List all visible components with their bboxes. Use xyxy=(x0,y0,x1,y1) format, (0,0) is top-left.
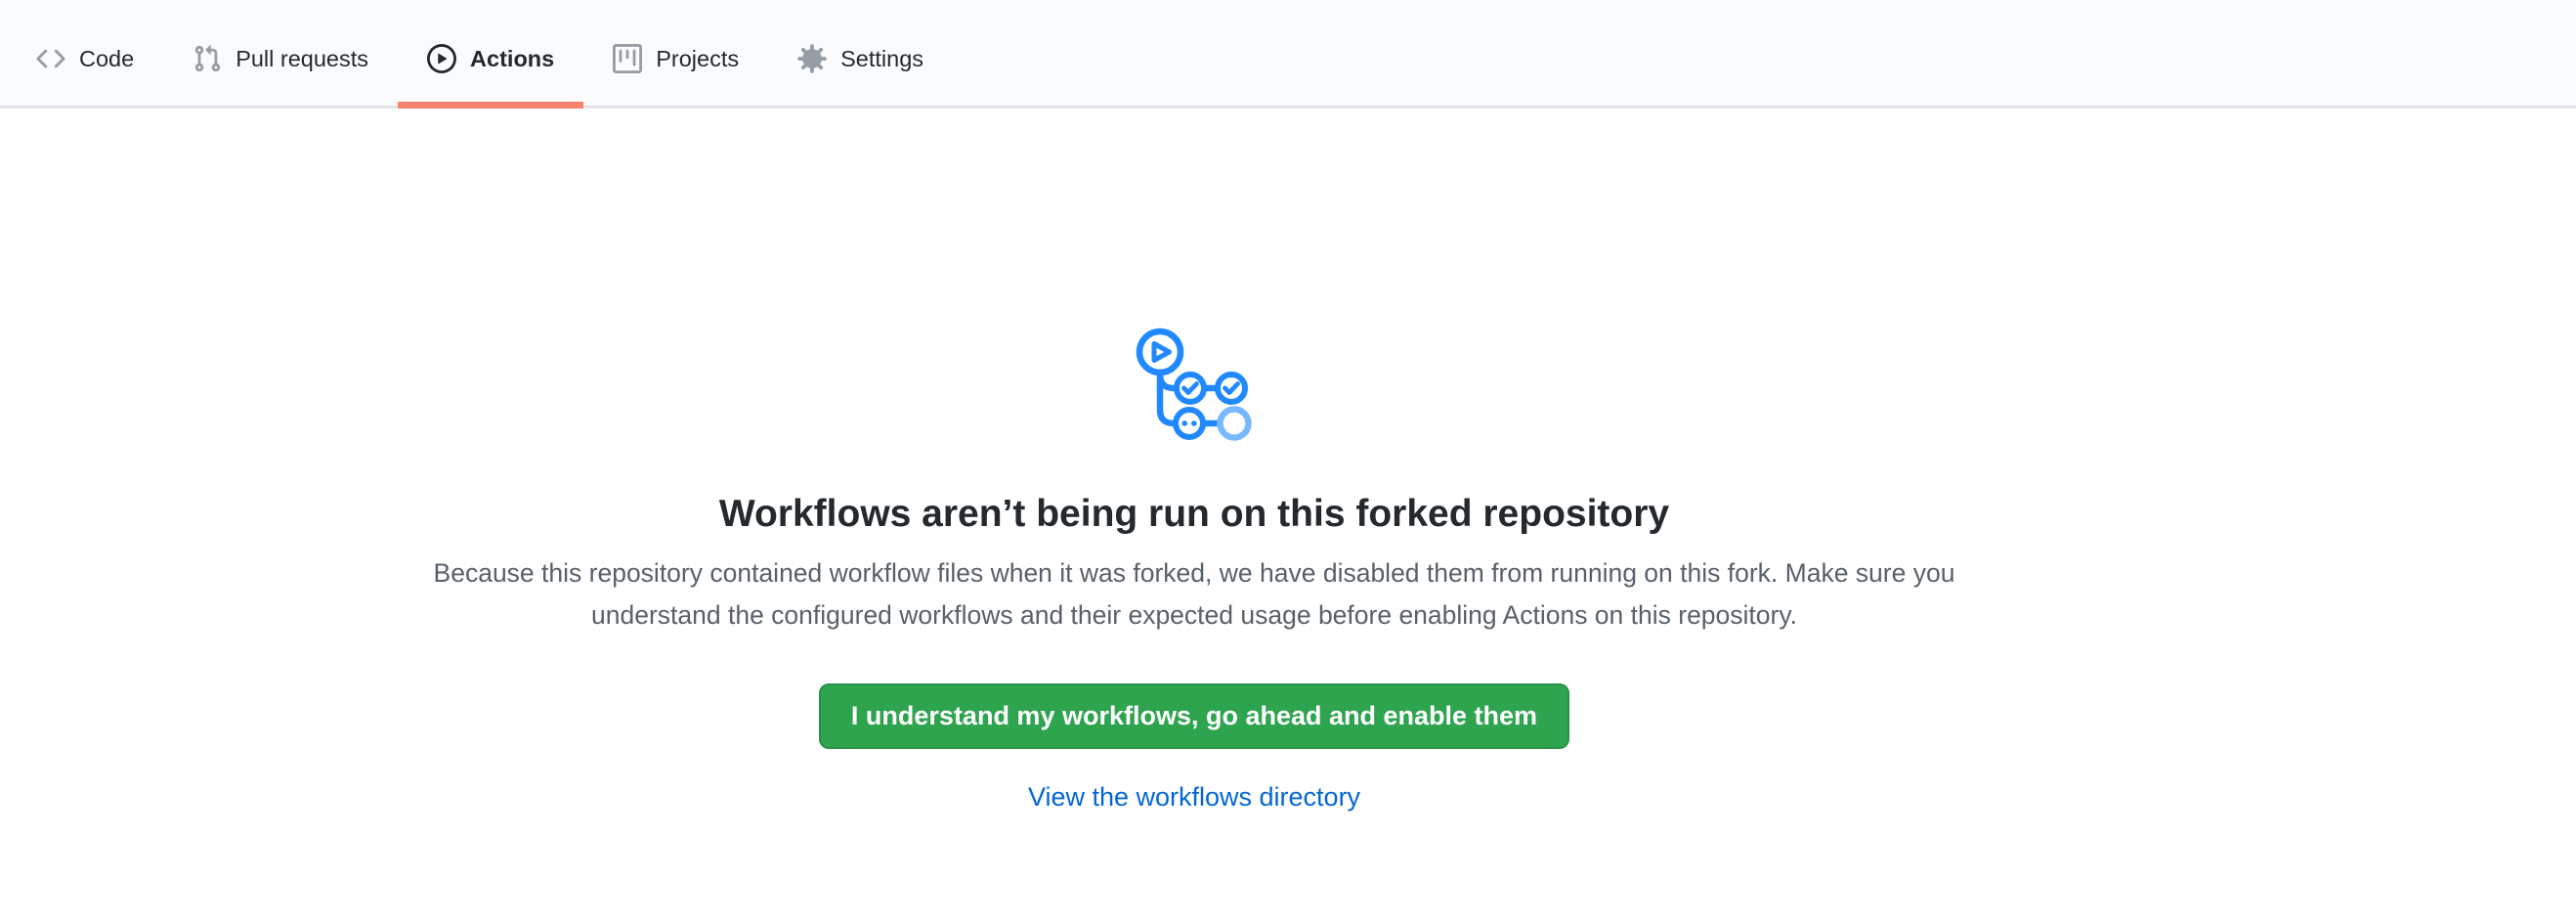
tab-actions-label: Actions xyxy=(470,46,554,72)
blankslate-title: Workflows aren’t being run on this forke… xyxy=(719,491,1669,539)
project-board-icon xyxy=(613,44,642,73)
git-pull-request-icon xyxy=(193,44,222,73)
view-workflows-directory-link[interactable]: View the workflows directory xyxy=(1028,782,1360,813)
code-icon xyxy=(36,44,65,73)
tab-pull-requests[interactable]: Pull requests xyxy=(163,0,398,106)
tab-code[interactable]: Code xyxy=(7,0,163,106)
workflow-graph-icon xyxy=(1135,328,1254,446)
enable-workflows-button[interactable]: I understand my workflows, go ahead and … xyxy=(819,683,1569,749)
repo-tab-nav: Code Pull requests Actions Projects xyxy=(0,0,2576,109)
play-circle-icon xyxy=(427,44,456,73)
tab-pull-requests-label: Pull requests xyxy=(236,46,368,72)
gear-icon xyxy=(797,44,827,73)
actions-blankslate: Workflows aren’t being run on this forke… xyxy=(0,109,2388,813)
tab-code-label: Code xyxy=(79,46,134,72)
tab-projects-label: Projects xyxy=(656,46,739,72)
tab-settings-label: Settings xyxy=(840,46,923,72)
tab-settings[interactable]: Settings xyxy=(768,0,953,106)
tab-projects[interactable]: Projects xyxy=(583,0,768,106)
tab-actions[interactable]: Actions xyxy=(398,0,583,106)
blankslate-description: Because this repository contained workfl… xyxy=(383,552,2005,637)
